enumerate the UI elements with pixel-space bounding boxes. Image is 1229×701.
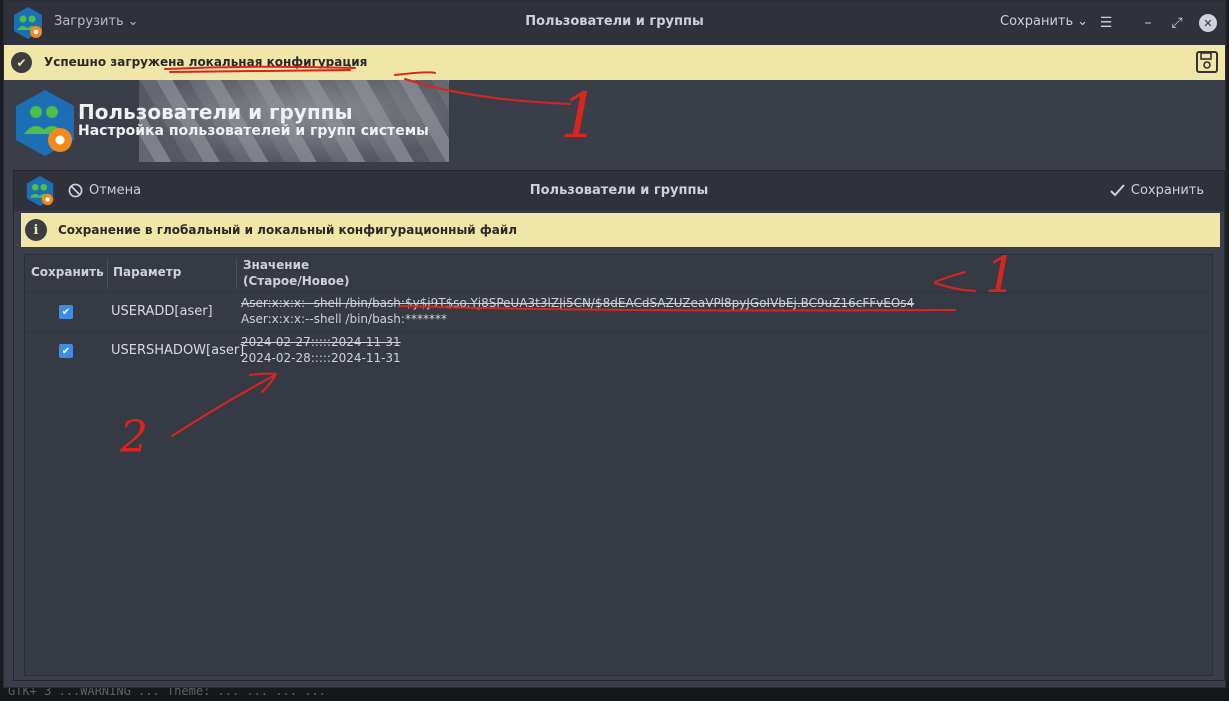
row-new-value: 2024-02-28:::::2024-11-31 <box>241 351 401 365</box>
save-menu-button[interactable]: Сохранить ⌄ <box>1000 14 1088 29</box>
header-bar: Загрузить ⌄ Пользователи и группы Сохран… <box>4 1 1225 45</box>
row-param: USERSHADOW[aser] <box>111 343 245 358</box>
success-infobar: ✔ Успешно загружена локальная конфигурац… <box>4 45 1225 80</box>
dialog-header-bar: Отмена Пользователи и группы Сохранить <box>14 171 1224 211</box>
banner-subtitle: Настройка пользователей и групп системы <box>78 123 429 139</box>
table-row[interactable]: ✔ USERSHADOW[aser] 2024-02-27:::::2024-1… <box>25 331 1212 370</box>
column-divider <box>107 259 108 289</box>
column-header-value-line1: Значение <box>243 258 310 272</box>
row-param: USERADD[aser] <box>111 304 213 319</box>
checkmark-icon: ✔ <box>11 52 32 73</box>
banner-title: Пользователи и группы <box>78 100 353 124</box>
save-disk-icon[interactable] <box>1195 50 1219 74</box>
dialog-title: Пользователи и группы <box>529 183 709 198</box>
checkmark-icon <box>1110 184 1125 197</box>
info-icon: i <box>25 219 47 241</box>
module-banner: Пользователи и группы Настройка пользова… <box>4 80 1225 166</box>
load-menu-button[interactable]: Загрузить ⌄ <box>54 14 139 29</box>
users-groups-app-icon <box>14 7 42 39</box>
chevron-down-icon: ⌄ <box>127 14 139 29</box>
save-button[interactable]: Сохранить <box>1110 183 1204 198</box>
column-header-value[interactable]: Значение (Старое/Новое) <box>243 258 349 295</box>
hamburger-menu-icon[interactable]: ☰ <box>1094 11 1118 35</box>
table-row[interactable]: ✔ USERADD[aser] Aser:x:x:x:--shell /bin/… <box>25 292 1212 331</box>
load-label: Загрузить <box>54 14 124 29</box>
row-old-value: Aser:x:x:x:--shell /bin/bash:$y$j9T$so.Y… <box>241 296 915 310</box>
dialog-info-message: Сохранение в глобальный и локальный конф… <box>58 223 518 237</box>
save-confirm-dialog: Отмена Пользователи и группы Сохранить i… <box>13 170 1225 681</box>
maximize-icon[interactable]: ⤢ <box>1165 11 1189 35</box>
cancel-label: Отмена <box>89 183 142 198</box>
infobar-message: Успешно загружена локальная конфигурация <box>44 55 368 69</box>
row-save-checkbox[interactable]: ✔ <box>59 305 73 319</box>
minimize-icon[interactable]: – <box>1136 11 1160 35</box>
save-label: Сохранить <box>1130 183 1204 198</box>
save-label: Сохранить <box>1000 14 1074 29</box>
row-new-value: Aser:x:x:x:--shell /bin/bash:******* <box>241 312 447 326</box>
dialog-infobar: i Сохранение в глобальный и локальный ко… <box>21 213 1220 247</box>
close-icon: ✕ <box>1199 14 1217 32</box>
changes-table: Сохранить Параметр Значение (Старое/Ново… <box>24 254 1213 676</box>
cancel-button[interactable]: Отмена <box>68 183 141 198</box>
column-divider <box>236 259 237 289</box>
column-header-value-line2: (Старое/Новое) <box>243 274 350 288</box>
users-groups-banner-icon <box>16 90 74 156</box>
row-save-checkbox[interactable]: ✔ <box>59 344 73 358</box>
row-old-value: 2024-02-27:::::2024-11-31 <box>241 335 401 349</box>
cancel-icon <box>68 183 83 198</box>
chevron-down-icon: ⌄ <box>1077 14 1089 29</box>
close-button[interactable]: ✕ <box>1196 11 1220 35</box>
users-groups-app-icon <box>26 175 54 207</box>
